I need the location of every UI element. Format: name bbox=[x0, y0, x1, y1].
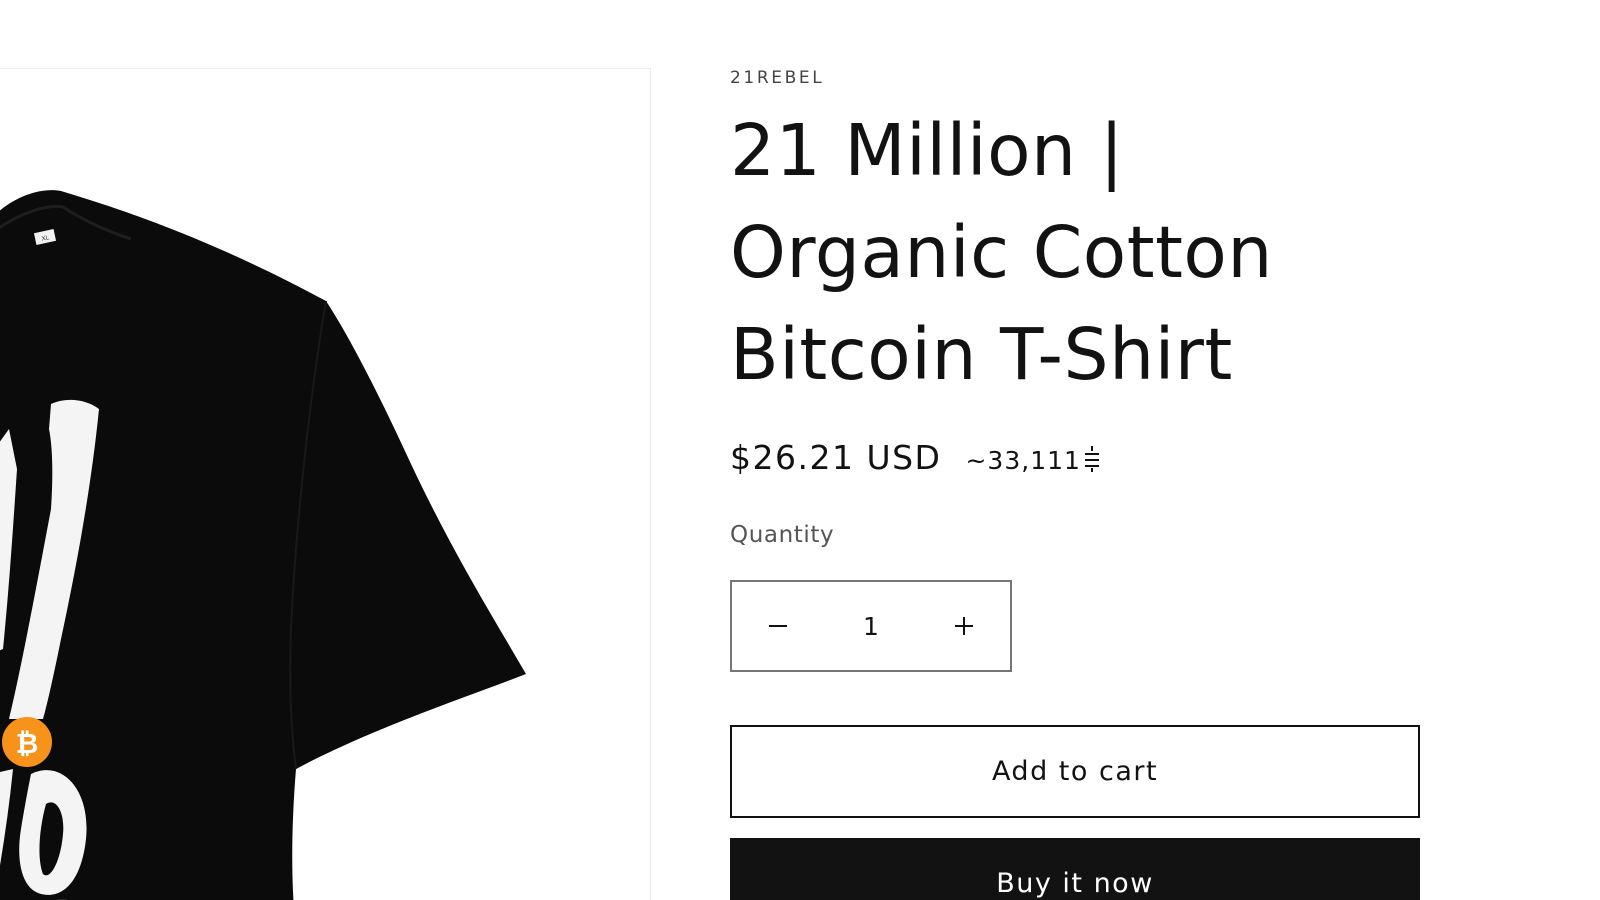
increase-quantity-button[interactable] bbox=[918, 582, 1010, 670]
product-page: XL ₿ 21REBEL 21 Million | Organic Cotton… bbox=[0, 0, 1600, 900]
minus-icon bbox=[769, 625, 787, 627]
add-to-cart-button[interactable]: Add to cart bbox=[730, 725, 1420, 818]
sats-amount: ~33,111 bbox=[965, 446, 1081, 475]
product-price: $26.21 USD bbox=[730, 438, 942, 477]
quantity-input[interactable] bbox=[829, 610, 913, 642]
plus-icon bbox=[955, 617, 973, 635]
vendor-name: 21REBEL bbox=[730, 68, 825, 88]
satoshi-symbol-icon bbox=[1081, 446, 1101, 475]
decrease-quantity-button[interactable] bbox=[732, 582, 824, 670]
price-in-sats: ~33,111 bbox=[965, 445, 1100, 475]
product-image[interactable]: XL ₿ bbox=[0, 69, 650, 900]
price-row: $26.21 USD ~33,111 bbox=[730, 438, 1101, 477]
svg-text:₿: ₿ bbox=[16, 727, 39, 760]
quantity-selector bbox=[730, 580, 1012, 672]
quantity-label: Quantity bbox=[730, 522, 835, 548]
product-title: 21 Million | Organic Cotton Bitcoin T-Sh… bbox=[730, 109, 1273, 396]
product-image-frame[interactable]: XL ₿ bbox=[0, 68, 651, 900]
bitcoin-logo-icon: ₿ bbox=[2, 717, 52, 767]
buy-it-now-button[interactable]: Buy it now bbox=[730, 838, 1420, 900]
